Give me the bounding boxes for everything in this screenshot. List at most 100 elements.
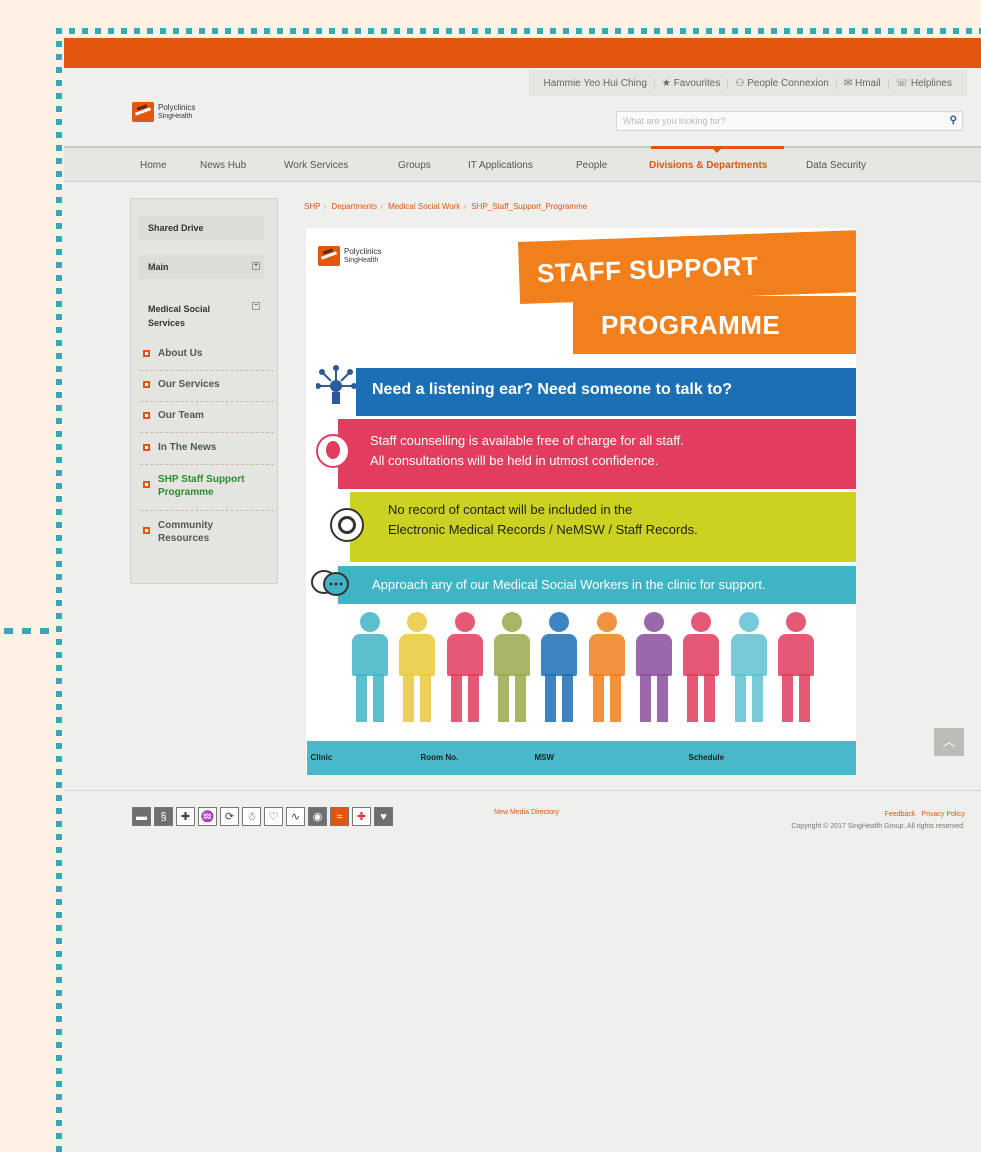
site-header: Polyclinics SingHealth Hammie Yeo Hui Ch… <box>64 68 981 146</box>
nav-news-hub[interactable]: News Hub <box>200 160 246 171</box>
decorative-dash <box>4 628 13 634</box>
footer-icon-link[interactable]: ✚ <box>176 807 195 826</box>
favourites-link[interactable]: ★ Favourites <box>653 77 727 89</box>
footer-icon-link[interactable]: ♥ <box>374 807 393 826</box>
phone-icon: ☏ <box>895 77 911 89</box>
footer-icon-links: ▬ § ✚ ♒ ⟳ ☃ ♡ ∿ ◉ ≈ ✚ ♥ <box>132 807 452 826</box>
nav-divisions-departments[interactable]: Divisions & Departments <box>649 160 767 171</box>
poster-logo-subtitle: SingHealth <box>344 257 379 264</box>
footer-icon-link[interactable]: § <box>154 807 173 826</box>
nav-it-applications[interactable]: IT Applications <box>468 160 533 171</box>
people-connexion-link[interactable]: ⚇ People Connexion <box>727 77 835 89</box>
strip-no-record: No record of contact will be included in… <box>350 492 856 562</box>
utility-nav: Hammie Yeo Hui Ching ★ Favourites ⚇ Peop… <box>528 70 967 96</box>
copyright-text: Copyright © 2017 SingHealth Group. All r… <box>791 823 965 830</box>
decorative-dash <box>40 628 49 634</box>
strip-listening-ear: Need a listening ear? Need someone to ta… <box>356 368 856 416</box>
collapse-icon[interactable]: − <box>252 302 260 310</box>
poster-title-line2: PROGRAMME <box>573 296 856 354</box>
person-figure <box>395 612 439 724</box>
footer-right: Feedback Privacy Policy Copyright © 2017 … <box>791 809 965 833</box>
strip-counselling: Staff counselling is available free of c… <box>338 419 856 489</box>
person-figure <box>348 612 392 724</box>
chevron-up-icon: ︿ <box>942 734 956 749</box>
helplines-link[interactable]: ☏ Helplines <box>887 77 959 89</box>
sidebar-item-about-us[interactable]: About Us <box>140 345 274 371</box>
mail-icon: ✉ <box>843 77 855 89</box>
footer-icon-link[interactable]: ☃ <box>242 807 261 826</box>
new-media-directory-link[interactable]: New Media Directory <box>494 809 559 816</box>
strip-approach-msw: Approach any of our Medical Social Worke… <box>338 566 856 604</box>
decorative-dotted-border-top <box>56 28 981 34</box>
sidebar-item-our-team[interactable]: Our Team <box>140 407 274 433</box>
logo-subtitle: SingHealth <box>158 113 193 120</box>
no-record-line2: Electronic Medical Records / NeMSW / Sta… <box>388 522 698 537</box>
person-figure <box>490 612 534 724</box>
nav-work-services[interactable]: Work Services <box>284 160 348 171</box>
poster-title-line1: STAFF SUPPORT <box>518 230 856 304</box>
site-footer: ▬ § ✚ ♒ ⟳ ☃ ♡ ∿ ◉ ≈ ✚ ♥ New Media Direct… <box>64 790 981 1152</box>
nav-groups[interactable]: Groups <box>398 160 431 171</box>
footer-icon-link[interactable]: ⟳ <box>220 807 239 826</box>
user-name-link[interactable]: Hammie Yeo Hui Ching <box>537 78 654 89</box>
search-icon[interactable]: ⚲ <box>950 115 957 126</box>
breadcrumb-medical-social-work[interactable]: Medical Social Work <box>388 202 460 211</box>
bullet-icon <box>143 381 150 388</box>
scroll-to-top-button[interactable]: ︿ <box>934 728 964 756</box>
bullet-icon <box>143 444 150 451</box>
footer-icon-link[interactable]: ▬ <box>132 807 151 826</box>
breadcrumb: SHP › Departments › Medical Social Work › S… <box>304 202 588 211</box>
breadcrumb-current-page: SHP_Staff_Support_Programme <box>471 202 588 211</box>
header-room: Room No. <box>416 741 531 775</box>
people-icon: ⚇ <box>735 77 748 89</box>
footer-icon-link[interactable]: ∿ <box>286 807 305 826</box>
person-figure <box>537 612 581 724</box>
intranet-page: Polyclinics SingHealth Hammie Yeo Hui Ch… <box>64 38 981 1152</box>
privacy-policy-link[interactable]: Privacy Policy <box>921 811 965 818</box>
bullet-icon <box>143 481 150 488</box>
sidebar-main[interactable]: Main + <box>138 255 264 279</box>
person-figure <box>727 612 771 724</box>
sidebar-medical-social-services[interactable]: Medical Social Services − <box>138 295 264 339</box>
chat-bubbles-icon <box>310 566 350 600</box>
search-placeholder: What are you looking for? <box>623 116 726 126</box>
people-network-icon <box>315 364 357 410</box>
expand-icon[interactable]: + <box>252 262 260 270</box>
table-header-row: Clinic Room No. MSW Schedule <box>306 741 856 775</box>
feedback-link[interactable]: Feedback <box>885 811 916 818</box>
footer-icon-link[interactable]: ◉ <box>308 807 327 826</box>
sidebar-item-our-services[interactable]: Our Services <box>140 376 274 402</box>
header-msw: MSW <box>530 741 685 775</box>
footer-icon-link[interactable]: ≈ <box>330 807 349 826</box>
poster-logo-name: Polyclinics <box>344 247 382 256</box>
sidebar-item-in-the-news[interactable]: In The News <box>140 439 274 465</box>
footer-icon-link[interactable]: ✚ <box>352 807 371 826</box>
decorative-dash <box>22 628 31 634</box>
star-icon: ★ <box>661 77 674 89</box>
msw-schedule-table: Clinic Room No. MSW Schedule Bedok324Est… <box>306 741 856 775</box>
footer-icon-link[interactable]: ♡ <box>264 807 283 826</box>
nav-people[interactable]: People <box>576 160 607 171</box>
polyclinics-logo[interactable]: Polyclinics SingHealth <box>132 102 195 122</box>
counselling-line1: Staff counselling is available free of c… <box>370 433 684 448</box>
sidebar-item-shp-staff-support-programme[interactable]: SHP Staff Support Programme <box>140 471 274 511</box>
footer-icon-link[interactable]: ♒ <box>198 807 217 826</box>
sidebar-item-community-resources[interactable]: Community Resources <box>140 517 274 557</box>
active-tab-indicator <box>651 146 784 153</box>
person-figure <box>632 612 676 724</box>
top-orange-bar <box>64 38 981 68</box>
left-sidebar: Shared Drive Main + Medical Social Servi… <box>130 198 278 584</box>
sidebar-shared-drive[interactable]: Shared Drive <box>138 216 264 240</box>
counselling-line2: All consultations will be held in utmost… <box>370 453 659 468</box>
nav-data-security[interactable]: Data Security <box>806 160 866 171</box>
speech-exclamation-icon <box>316 434 350 468</box>
polyclinics-logo-icon <box>318 246 340 266</box>
bullet-icon <box>143 527 150 534</box>
search-input[interactable]: What are you looking for? ⚲ <box>616 111 963 131</box>
breadcrumb-shp[interactable]: SHP <box>304 202 320 211</box>
breadcrumb-departments[interactable]: Departments <box>331 202 377 211</box>
people-illustration <box>348 612 818 724</box>
person-figure <box>774 612 818 724</box>
hmail-link[interactable]: ✉ Hmail <box>835 77 888 89</box>
nav-home[interactable]: Home <box>140 160 167 171</box>
